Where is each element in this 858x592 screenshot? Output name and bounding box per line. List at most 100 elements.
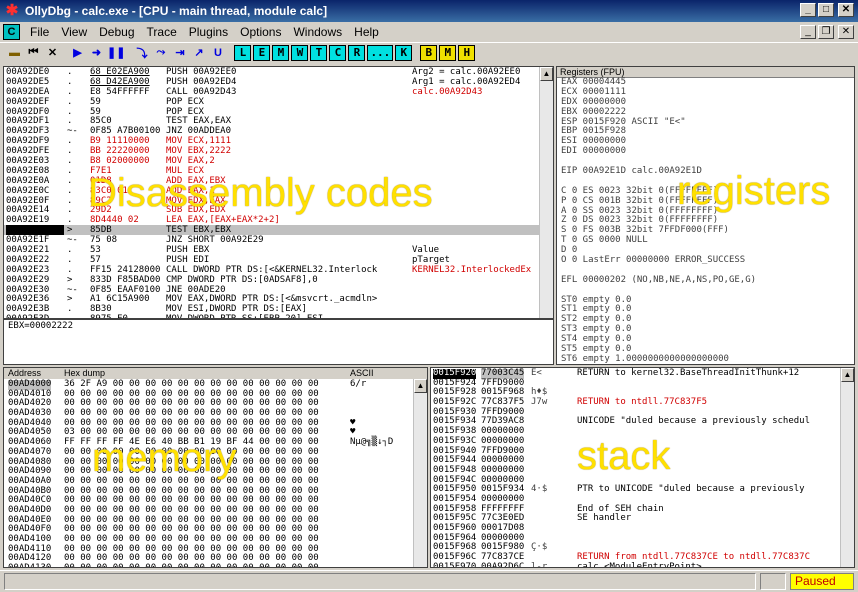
menu-file[interactable]: File — [24, 25, 55, 39]
dump-hex: 00 00 00 00 00 00 00 00 00 00 00 00 00 0… — [64, 563, 319, 567]
execute-till-return-icon[interactable]: ⇥ — [171, 45, 188, 61]
menu-debug[interactable]: Debug — [93, 25, 140, 39]
stack-comment: SE handler — [577, 513, 632, 524]
menu-options[interactable]: Options — [234, 25, 287, 39]
restart-icon[interactable]: ⏮ — [25, 45, 42, 61]
stack-scrollbar[interactable]: ▲ — [840, 368, 854, 567]
memory-breakpoints-button[interactable]: M — [439, 44, 457, 61]
disasm-jump-marker: . — [67, 156, 73, 167]
disassembly-pane[interactable]: 00A92DE0. 68 E02EA900 PUSH 00A92EE0 Arg2 = … — [3, 66, 554, 319]
mdi-minimize-button[interactable]: _ — [800, 25, 816, 39]
breakpoints-window-button[interactable]: B — [420, 44, 438, 61]
stack-comment: calc.<ModuleEntryPoint> — [577, 561, 702, 568]
disasm-row[interactable]: 00A92E14. 29D2 SUB EDX,EDX — [4, 205, 553, 215]
disasm-row[interactable]: 00A92DF1. 85C0 TEST EAX,EAX — [4, 116, 553, 126]
disasm-row[interactable]: 00A92DF9. B9 11110000 MOV ECX,1111 — [4, 136, 553, 146]
cpu-window-badge[interactable]: C — [3, 24, 20, 40]
log-window-button[interactable]: L — [234, 44, 252, 61]
pause-icon[interactable]: ❚❚ — [107, 45, 125, 61]
modules-window-button[interactable]: E — [253, 44, 271, 61]
disasm-row[interactable]: 00A92E30 ~- 0F85 EAAF0100 JNE 00ADE20 — [4, 285, 553, 295]
execute-till-user-code-icon[interactable]: ↗ — [190, 45, 207, 61]
stack-comment: UNICODE "duled because a previously sche… — [577, 416, 810, 427]
memory-dump-pane[interactable]: Address Hex dump ASCII 00AD4000 36 2F A9 … — [3, 367, 428, 568]
step-over-icon[interactable]: ⤵ — [133, 45, 150, 61]
disasm-row[interactable]: 00A92E36 > A1 6C15A900 MOV EAX,DWORD PTR DS… — [4, 294, 553, 304]
stack-scroll-up-arrow-icon[interactable]: ▲ — [841, 368, 854, 382]
info-text: EBX=00002222 — [8, 321, 74, 331]
disasm-hex-bytes: 0F85 EAAF0100 — [90, 284, 161, 295]
registers-pane[interactable]: Registers (FPU) EAX 00004445 ECX 00001111… — [556, 66, 855, 365]
disasm-row[interactable]: 00A92DEA. E8 54FFFFFF CALL 00A92D43 calc.00… — [4, 87, 553, 97]
disasm-instruction: JNE 00ADE20 — [166, 284, 226, 295]
menu-plugins[interactable]: Plugins — [183, 25, 234, 39]
status-message-area — [4, 573, 756, 590]
stack-row[interactable]: 0015F970 00A92D6C l-r calc.<ModuleEntryPoin… — [431, 561, 854, 568]
register-line[interactable]: EIP 00A92E1D calc.00A92E1D — [557, 166, 854, 177]
menu-view[interactable]: View — [55, 25, 93, 39]
disasm-row[interactable]: 00A92E1F ~- 75 08 JNZ SHORT 00A92E29 — [4, 235, 553, 245]
register-line[interactable]: T 0 GS 0000 NULL — [557, 235, 854, 246]
run-trace-window-button[interactable]: ... — [367, 44, 394, 61]
disasm-comment: Arg2 = calc.00A92EE0 — [412, 67, 521, 77]
disasm-row[interactable]: 00A92DEF. 59 POP ECX — [4, 97, 553, 107]
disasm-row[interactable]: 00A92E21. 53 PUSH EBX Value — [4, 245, 553, 255]
close-program-icon[interactable]: ✕ — [44, 45, 61, 61]
menu-windows[interactable]: Windows — [287, 25, 348, 39]
stack-pane[interactable]: 0015F920 77003C45 E< RETURN to kernel32.Bas… — [430, 367, 855, 568]
disasm-row[interactable]: 00A92E0F. 89C2 MOV EDX,EAX — [4, 196, 553, 206]
dump-col-hex[interactable]: Hex dump — [64, 368, 105, 379]
disasm-row[interactable]: 00A92E23. FF15 24128000 CALL DWORD PTR DS:… — [4, 265, 553, 275]
step-into-icon[interactable]: ➜ — [88, 45, 105, 61]
menu-trace[interactable]: Trace — [141, 25, 183, 39]
animate-icon[interactable]: ⤳ — [152, 45, 169, 61]
open-folder-icon[interactable]: ▬ — [6, 45, 23, 61]
threads-window-button[interactable]: T — [310, 44, 328, 61]
menu-bar: C File View Debug Trace Plugins Options … — [0, 22, 858, 42]
disasm-row[interactable]: 00A92DF0. 59 POP ECX — [4, 107, 553, 117]
disasm-hex-bytes: E8 54FFFFFF — [90, 86, 150, 97]
call-stack-window-button[interactable]: K — [395, 44, 413, 61]
minimize-button[interactable]: _ — [800, 3, 816, 17]
disasm-instruction: CMP DWORD PTR DS:[0ADSAF8],0 — [166, 274, 318, 285]
disasm-address: 00A92DE5 — [6, 76, 50, 87]
mdi-restore-button[interactable]: ❐ — [818, 25, 834, 39]
dump-scrollbar[interactable]: ▲ — [413, 379, 427, 567]
mdi-close-button[interactable]: ✕ — [838, 25, 854, 39]
references-window-button[interactable]: R — [348, 44, 366, 61]
disasm-row[interactable]: 00A92DF3 ~- 0F85 A7B00100 JNZ 00ADDEA0 — [4, 126, 553, 136]
disasm-row[interactable]: 00A92DE0. 68 E02EA900 PUSH 00A92EE0 Arg2 = … — [4, 67, 553, 77]
stack-comment: RETURN to kernel32.BaseThreadInitThunk+1… — [577, 368, 800, 378]
disasm-row[interactable]: 00A92E22. 57 PUSH EDI pTarget — [4, 255, 553, 265]
cpu-window-button[interactable]: C — [329, 44, 347, 61]
disasm-row[interactable]: 00A92DFE. BB 22220000 MOV EBX,2222 — [4, 146, 553, 156]
close-button[interactable]: ✕ — [838, 3, 854, 17]
disasm-row[interactable]: 00A92E0A. 01D8 ADD EAX,EBX — [4, 176, 553, 186]
dump-scroll-up-arrow-icon[interactable]: ▲ — [414, 379, 427, 393]
menu-help[interactable]: Help — [348, 25, 385, 39]
disasm-row[interactable]: 00A92E1D >85DB TEST EBX,EBX — [4, 225, 553, 236]
register-line[interactable]: EDI 00000000 — [557, 146, 854, 157]
disasm-row[interactable]: 00A92E08. F7E1 MUL ECX — [4, 166, 553, 176]
dump-row[interactable]: 00AD4130 00 00 00 00 00 00 00 00 00 00 00… — [4, 563, 427, 567]
dump-header: Address Hex dump ASCII — [4, 368, 427, 379]
dump-col-address[interactable]: Address — [8, 368, 41, 379]
disassembly-scrollbar[interactable]: ▲ — [539, 67, 553, 318]
disasm-row[interactable]: 00A92E29 >833D F85BAD00 CMP DWORD PTR DS:[… — [4, 275, 553, 285]
disasm-row[interactable]: 00A92E0C. 83C0 01 ADD EAX,1 — [4, 186, 553, 196]
go-to-icon[interactable]: U — [209, 45, 226, 61]
register-line[interactable]: EFL 00000202 (NO,NB,NE,A,NS,PO,GE,G) — [557, 275, 854, 286]
register-line[interactable]: O 0 LastErr 00000000 ERROR_SUCCESS — [557, 255, 854, 266]
disasm-row[interactable]: 00A92E03. B8 02000000 MOV EAX,2 — [4, 156, 553, 166]
memory-window-button[interactable]: M — [272, 44, 290, 61]
dump-col-ascii[interactable]: ASCII — [350, 368, 374, 379]
disasm-row[interactable]: 00A92E3B. 8B30 MOV ESI,DWORD PTR DS:[EAX] — [4, 304, 553, 314]
disasm-row[interactable]: 00A92E19. 8D4440 02 LEA EAX,[EAX+EAX*2+2] — [4, 215, 553, 225]
hardware-breakpoints-button[interactable]: H — [458, 44, 476, 61]
maximize-button[interactable]: □ — [818, 3, 834, 17]
run-icon[interactable]: ▶ — [69, 45, 86, 61]
disasm-row[interactable]: 00A92DE5. 68 D42EA900 PUSH 00A92ED4 Arg1 = … — [4, 77, 553, 87]
scroll-up-arrow-icon[interactable]: ▲ — [540, 67, 553, 81]
windows-window-button[interactable]: W — [291, 44, 309, 61]
status-bar: Paused — [0, 570, 858, 592]
